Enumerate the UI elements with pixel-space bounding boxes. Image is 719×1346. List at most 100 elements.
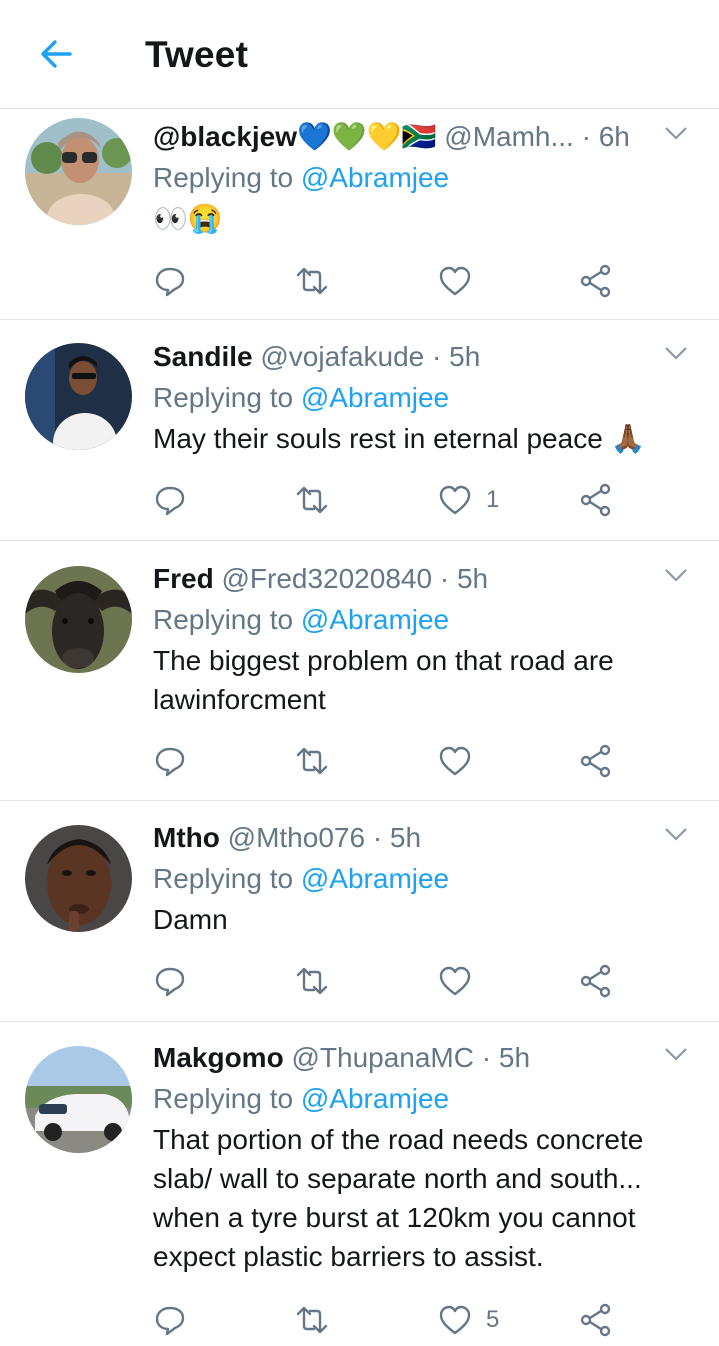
separator-dot: ·	[439, 563, 450, 594]
reply-button[interactable]	[153, 741, 187, 781]
share-icon	[580, 964, 611, 998]
heart-icon	[439, 1305, 471, 1335]
share-icon	[580, 1303, 611, 1337]
tweet-reply[interactable]: @blackjew💙💚💛🇿🇦 @Mamh... · 6h Replying to…	[0, 109, 719, 320]
share-icon	[580, 483, 611, 517]
tweet-time: 5h	[498, 1042, 531, 1073]
user-name[interactable]: Mtho	[153, 822, 220, 853]
share-button[interactable]	[579, 480, 613, 520]
user-handle[interactable]: @Mtho076	[228, 822, 365, 853]
tweet-actions: 5	[153, 1300, 623, 1340]
avatar[interactable]	[25, 118, 132, 225]
tweet-text: 👀😭	[153, 203, 223, 234]
retweet-button[interactable]	[295, 741, 329, 781]
chevron-down-icon[interactable]	[663, 824, 689, 844]
like-count: 5	[486, 1306, 500, 1333]
replying-to-link[interactable]: @Abramjee	[301, 604, 449, 635]
user-name[interactable]: Sandile	[153, 341, 253, 372]
separator-dot: ·	[581, 121, 591, 152]
reply-button[interactable]	[153, 261, 187, 301]
separator-dot: ·	[481, 1042, 492, 1073]
user-handle[interactable]: @Fred32020840	[221, 563, 432, 594]
user-name[interactable]: Makgomo	[153, 1042, 284, 1073]
chevron-down-icon[interactable]	[663, 565, 689, 585]
heart-icon	[439, 485, 471, 515]
replying-to-link[interactable]: @Abramjee	[301, 863, 449, 894]
retweet-icon	[296, 267, 328, 295]
like-button[interactable]	[438, 741, 486, 781]
share-icon	[580, 264, 611, 298]
user-name[interactable]: @blackjew💙💚💛🇿🇦	[153, 121, 437, 152]
replying-to-link[interactable]: @Abramjee	[301, 1083, 449, 1114]
tweet-actions	[153, 961, 623, 1001]
retweet-icon	[296, 486, 328, 514]
avatar[interactable]	[25, 343, 132, 450]
avatar[interactable]	[25, 825, 132, 932]
separator-dot: ·	[432, 341, 442, 372]
replying-prefix: Replying to	[153, 382, 294, 413]
tweet-actions	[153, 261, 623, 301]
tweet-time: 5h	[449, 341, 481, 372]
user-handle[interactable]: @vojafakude	[260, 341, 424, 372]
tweet-actions: 1	[153, 480, 623, 520]
user-handle[interactable]: @Mamh...	[444, 121, 574, 152]
tweet-reply[interactable]: Mtho @Mtho076 · 5h Replying to @Abramjee…	[0, 801, 719, 1022]
user-name[interactable]: Fred	[153, 563, 214, 594]
retweet-button[interactable]	[295, 261, 329, 301]
retweet-icon	[296, 1306, 328, 1334]
tweet-header: Mtho @Mtho076 · 5h	[153, 818, 699, 858]
share-button[interactable]	[579, 741, 613, 781]
replying-prefix: Replying to	[153, 1083, 294, 1114]
tweet-time: 5h	[456, 563, 489, 594]
tweet-text: Damn	[153, 904, 228, 935]
app-header: Tweet	[0, 0, 719, 109]
avatar[interactable]	[25, 566, 132, 673]
tweet-reply[interactable]: Fred @Fred32020840 · 5h Replying to @Abr…	[0, 541, 719, 801]
reply-button[interactable]	[153, 480, 187, 520]
replying-to: Replying to @Abramjee	[153, 157, 699, 199]
tweet-text: The biggest problem on that road are law…	[153, 645, 614, 715]
tweet-reply[interactable]: Makgomo @ThupanaMC · 5h Replying to @Abr…	[0, 1022, 719, 1346]
retweet-button[interactable]	[295, 961, 329, 1001]
retweet-button[interactable]	[295, 480, 329, 520]
tweet-header: Makgomo @ThupanaMC · 5h	[153, 1038, 699, 1078]
share-button[interactable]	[579, 261, 613, 301]
avatar[interactable]	[25, 1046, 132, 1153]
heart-icon	[439, 266, 471, 296]
replying-prefix: Replying to	[153, 863, 294, 894]
replying-to: Replying to @Abramjee	[153, 858, 699, 900]
like-button[interactable]: 5	[438, 1300, 499, 1340]
retweet-icon	[296, 967, 328, 995]
tweet-time: 6h	[598, 121, 630, 152]
tweet-header: @blackjew💙💚💛🇿🇦 @Mamh... · 6h	[153, 117, 699, 157]
share-button[interactable]	[579, 961, 613, 1001]
chevron-down-icon[interactable]	[663, 1044, 689, 1064]
tweet-reply[interactable]: Sandile @vojafakude · 5h Replying to @Ab…	[0, 320, 719, 541]
replying-to: Replying to @Abramjee	[153, 1078, 699, 1120]
replying-prefix: Replying to	[153, 162, 294, 193]
chevron-down-icon[interactable]	[663, 123, 689, 143]
tweet-text: That portion of the road needs concrete …	[153, 1124, 644, 1272]
reply-button[interactable]	[153, 961, 187, 1001]
replying-to-link[interactable]: @Abramjee	[301, 382, 449, 413]
like-count: 1	[486, 486, 500, 513]
page-title: Tweet	[145, 34, 249, 75]
like-button[interactable]: 1	[438, 480, 499, 520]
reply-icon	[155, 267, 185, 297]
heart-icon	[439, 746, 471, 776]
like-button[interactable]	[438, 261, 486, 301]
share-button[interactable]	[579, 1300, 613, 1340]
replying-to-link[interactable]: @Abramjee	[301, 162, 449, 193]
share-icon	[580, 744, 611, 778]
back-arrow-icon[interactable]	[36, 34, 76, 74]
retweet-icon	[296, 747, 328, 775]
heart-icon	[439, 966, 471, 996]
chevron-down-icon[interactable]	[663, 343, 689, 363]
user-handle[interactable]: @ThupanaMC	[291, 1042, 474, 1073]
reply-button[interactable]	[153, 1300, 187, 1340]
replying-to: Replying to @Abramjee	[153, 377, 699, 419]
like-button[interactable]	[438, 961, 486, 1001]
tweet-actions	[153, 741, 623, 781]
retweet-button[interactable]	[295, 1300, 329, 1340]
reply-icon	[155, 967, 185, 997]
